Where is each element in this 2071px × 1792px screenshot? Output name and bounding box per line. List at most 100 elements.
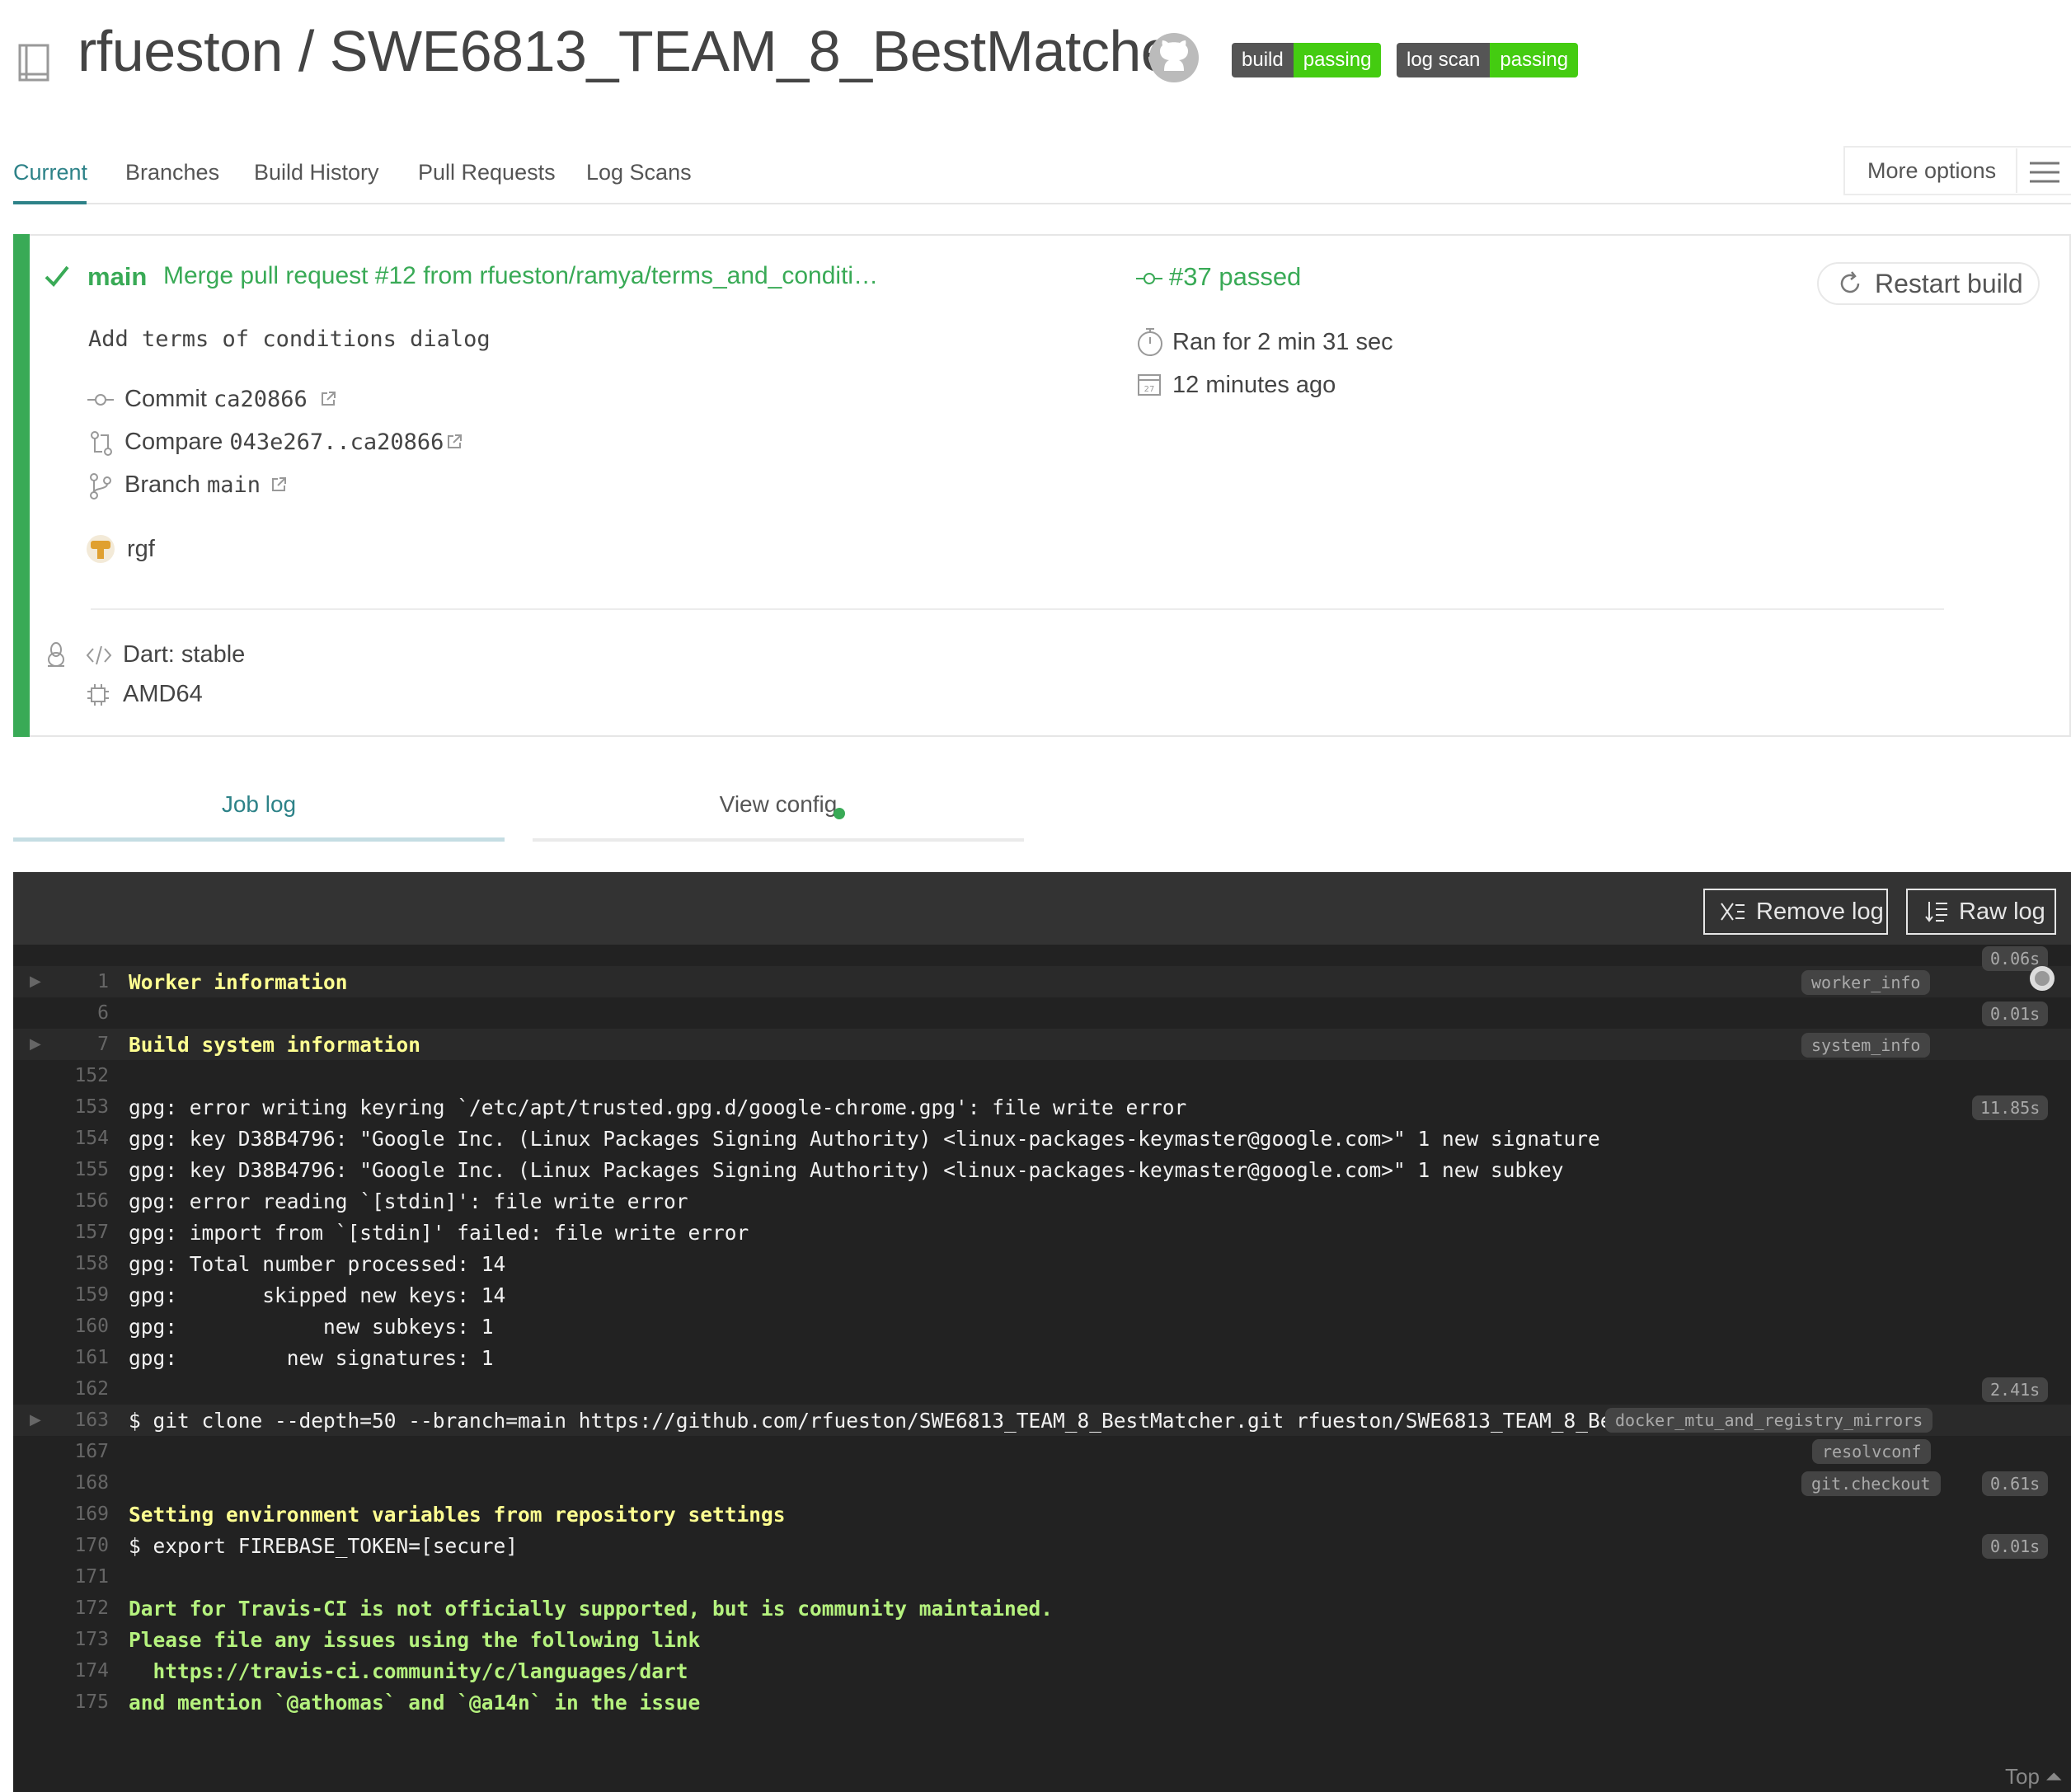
line-number[interactable]: 172 (38, 1597, 109, 1619)
log-text: Please file any issues using the followi… (129, 1628, 701, 1652)
repo-title: rfueston / SWE6813_TEAM_8_BestMatcher (77, 19, 1192, 83)
commit-link[interactable]: Commit ca20866 (124, 386, 308, 413)
line-number[interactable]: 171 (38, 1566, 109, 1588)
log-line: 168 (13, 1467, 2071, 1499)
log-line: 158 gpg: Total number processed: 14 (13, 1248, 2071, 1279)
line-number[interactable]: 153 (38, 1096, 109, 1118)
line-number[interactable]: 154 (38, 1128, 109, 1149)
log-text: Build system information (129, 1033, 421, 1057)
stopwatch-icon (1136, 326, 1164, 362)
tab-job-log[interactable]: Job log (13, 791, 505, 818)
line-number[interactable]: 163 (38, 1410, 109, 1431)
line-number[interactable]: 168 (38, 1472, 109, 1494)
branch-name[interactable]: main (87, 262, 147, 292)
tab-view-config[interactable]: View config (533, 791, 1024, 818)
log-text: gpg: key D38B4796: "Google Inc. (Linux P… (129, 1127, 1600, 1151)
line-number[interactable]: 155 (38, 1159, 109, 1180)
line-number[interactable]: 156 (38, 1190, 109, 1212)
log-line: 175 and mention `@athomas` and `@a14n` in… (13, 1686, 2071, 1718)
line-number[interactable]: 161 (38, 1347, 109, 1368)
line-number[interactable]: 158 (38, 1253, 109, 1274)
log-line: 170 $ export FIREBASE_TOKEN=[secure] (13, 1530, 2071, 1561)
line-number[interactable]: 175 (38, 1691, 109, 1713)
log-line: 159 gpg: skipped new keys: 14 (13, 1279, 2071, 1311)
external-link-icon[interactable] (320, 391, 336, 411)
log-text: gpg: new subkeys: 1 (129, 1315, 494, 1339)
raw-log-icon (1925, 902, 1947, 922)
external-link-icon[interactable] (270, 476, 287, 497)
commit-message[interactable]: Merge pull request #12 from rfueston/ram… (163, 262, 878, 290)
log-text: and mention `@athomas` and `@a14n` in th… (129, 1691, 701, 1715)
build-number[interactable]: #37 passed (1169, 262, 1301, 292)
log-scroll-handle[interactable] (2030, 966, 2055, 991)
commit-description: Add terms of conditions dialog (88, 326, 491, 352)
log-text: $ git clone --depth=50 --branch=main htt… (129, 1409, 1722, 1433)
line-number[interactable]: 6 (38, 1002, 109, 1024)
compare-icon (89, 430, 114, 461)
tab-log-scans[interactable]: Log Scans (586, 160, 692, 185)
line-number[interactable]: 152 (38, 1065, 109, 1086)
line-number[interactable]: 7 (38, 1034, 109, 1055)
github-icon[interactable] (1148, 31, 1200, 88)
commit-icon (87, 387, 114, 416)
external-link-icon[interactable] (446, 434, 463, 454)
log-line: 174 https://travis-ci.community/c/langua… (13, 1655, 2071, 1686)
build-number-icon (1136, 267, 1162, 294)
restart-icon[interactable] (1837, 270, 1863, 301)
tab-build-history[interactable]: Build History (254, 160, 379, 185)
compare-link[interactable]: Compare 043e267..ca20866 (124, 429, 444, 456)
log-line[interactable]: ▶ 7 Build system information (13, 1029, 2071, 1060)
line-number[interactable]: 173 (38, 1629, 109, 1650)
fold-tag-git-checkout: git.checkout (1801, 1471, 1941, 1496)
line-number[interactable]: 1 (38, 971, 109, 992)
build-status-badge: build passing (1232, 43, 1382, 77)
tab-branches[interactable]: Branches (125, 160, 219, 185)
line-number[interactable]: 167 (38, 1441, 109, 1462)
build-duration: Ran for 2 min 31 sec (1172, 329, 1393, 355)
active-tab-indicator (13, 201, 87, 204)
log-text: gpg: new signatures: 1 (129, 1346, 494, 1370)
duration-badge: 2.41s (1982, 1377, 2049, 1402)
remove-log-button[interactable]: Remove log (1703, 889, 1888, 935)
log-line: 153 gpg: error writing keyring `/etc/apt/… (13, 1091, 2071, 1123)
more-options-divider (2016, 148, 2017, 193)
log-text: gpg: import from `[stdin]' failed: file … (129, 1221, 749, 1245)
line-number[interactable]: 160 (38, 1316, 109, 1337)
line-number[interactable]: 174 (38, 1660, 109, 1682)
log-line: 171 (13, 1561, 2071, 1593)
cpu-icon (86, 683, 110, 711)
log-text: gpg: key D38B4796: "Google Inc. (Linux P… (129, 1158, 1564, 1182)
author-name[interactable]: rgf (127, 536, 155, 563)
more-options-label[interactable]: More options (1867, 158, 1996, 184)
line-number[interactable]: 170 (38, 1535, 109, 1556)
avatar (86, 534, 115, 568)
log-line[interactable]: ▶ 1 Worker information (13, 966, 2071, 997)
log-text: gpg: Total number processed: 14 (129, 1252, 506, 1276)
log-text: gpg: error writing keyring `/etc/apt/tru… (129, 1095, 1187, 1119)
remove-log-label[interactable]: Remove log (1756, 898, 1884, 926)
scroll-to-top-link[interactable]: Top ⏶ (2005, 1764, 2063, 1790)
log-line: 152 (13, 1060, 2071, 1091)
hamburger-menu-icon[interactable] (2028, 160, 2061, 189)
line-number[interactable]: 169 (38, 1503, 109, 1525)
branch-link[interactable]: Branch main (124, 471, 261, 499)
view-config-tab-underline (533, 838, 1024, 842)
log-text: gpg: skipped new keys: 14 (129, 1283, 506, 1307)
line-number[interactable]: 157 (38, 1222, 109, 1243)
raw-log-button[interactable]: Raw log (1906, 889, 2056, 935)
line-number[interactable]: 159 (38, 1284, 109, 1306)
fold-tag-worker-info: worker_info (1801, 970, 1931, 995)
job-log-tab-indicator (13, 837, 505, 842)
log-scan-badge: log scan passing (1397, 43, 1579, 77)
log-line: 169 Setting environment variables from re… (13, 1499, 2071, 1530)
config-status-dot (834, 808, 845, 819)
duration-badge: 11.85s (1972, 1095, 2049, 1120)
passed-check-icon (43, 262, 71, 294)
raw-log-label[interactable]: Raw log (1959, 898, 2045, 926)
restart-build-label[interactable]: Restart build (1875, 269, 2023, 299)
tab-pull-requests[interactable]: Pull Requests (418, 160, 556, 185)
tab-current[interactable]: Current (13, 160, 87, 185)
fold-tag-system-info: system_info (1801, 1033, 1931, 1058)
line-number[interactable]: 162 (38, 1378, 109, 1400)
log-text: Dart for Travis-CI is not officially sup… (129, 1597, 1054, 1621)
